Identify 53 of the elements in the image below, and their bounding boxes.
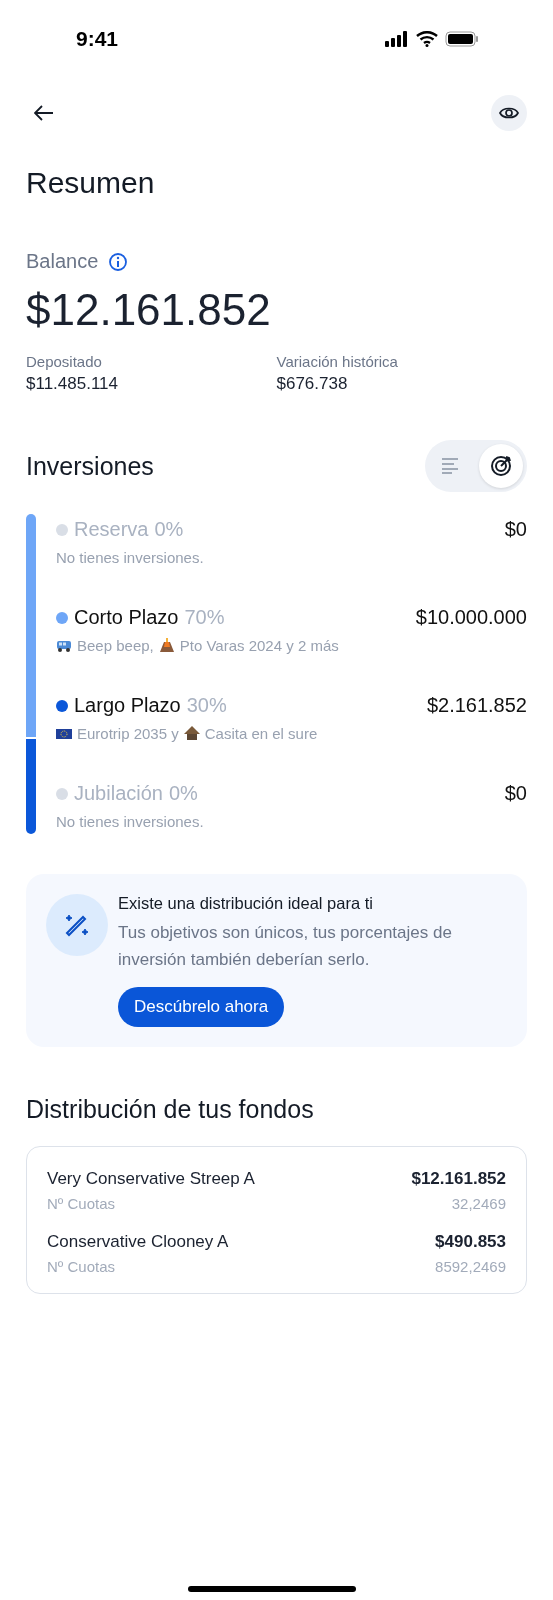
goal-name: Pto Varas 2024 y 2 más — [179, 637, 339, 654]
target-icon — [489, 454, 513, 478]
status-time: 9:41 — [76, 27, 119, 51]
category-amount: $2.161.852 — [426, 694, 527, 717]
category-amount: $0 — [504, 518, 527, 541]
category-note: No tienes inversiones. — [56, 549, 204, 566]
battery-icon — [445, 31, 479, 47]
stat-label: Depositado — [26, 353, 103, 370]
fund-amount: $490.853 — [435, 1232, 506, 1252]
category-percent: 0% — [154, 518, 184, 541]
category-percent: 0% — [168, 782, 198, 805]
units-value: 8592,2469 — [435, 1258, 506, 1275]
units-label: Nº Cuotas — [47, 1258, 116, 1275]
category-name: Reserva — [74, 518, 149, 541]
eye-icon — [499, 106, 519, 120]
category-amount: $10.000.000 — [415, 606, 527, 629]
goal-name: Beep beep, — [77, 637, 154, 654]
units-value: 32,2469 — [450, 1195, 506, 1212]
fund-name: Conservative Clooney A — [47, 1232, 230, 1252]
info-icon — [108, 251, 129, 272]
category-amount: $0 — [504, 782, 527, 805]
category-name: Jubilación — [74, 782, 163, 805]
visibility-button[interactable] — [491, 95, 527, 131]
wifi-icon — [416, 31, 438, 47]
category-note: No tienes inversiones. — [56, 813, 204, 830]
promo-text: Tus objetivos son únicos, tus porcentajes de inversión también deberían serlo. — [118, 922, 453, 971]
page-title: Resumen — [26, 166, 156, 200]
balance-amount: $12.161.852 — [26, 285, 272, 335]
signal-icon — [385, 31, 409, 47]
list-icon — [441, 458, 461, 474]
van-icon — [56, 638, 72, 653]
goal-name: Casita en el sure — [204, 725, 318, 742]
category-percent: 30% — [186, 694, 227, 717]
stat-value: $676.738 — [276, 374, 349, 394]
category-name: Largo Plazo — [74, 694, 181, 717]
section-title: Inversiones — [26, 451, 154, 481]
fund-amount: $12.161.852 — [411, 1169, 506, 1189]
balance-label: Balance — [26, 250, 99, 273]
promo-title: Existe una distribución ideal para ti — [118, 894, 374, 913]
back-arrow-icon — [34, 105, 54, 121]
category-percent: 70% — [184, 606, 225, 629]
volcano-icon — [158, 638, 175, 653]
view-option[interactable] — [479, 444, 523, 488]
fund-name: Very Conservative Streep A — [47, 1169, 256, 1189]
category-name: Corto Plazo — [74, 606, 179, 629]
goal-name: Eurotrip 2035 y — [77, 725, 179, 742]
stat-label: Variación histórica — [276, 353, 399, 370]
stat-value: $11.485.114 — [26, 374, 119, 394]
section-title: Distribución de tus fondos — [26, 1095, 314, 1124]
flag-icon — [56, 727, 72, 740]
units-label: Nº Cuotas — [47, 1195, 116, 1212]
discover-button[interactable]: Descúbrelo ahora — [118, 987, 285, 1027]
hut-icon — [183, 726, 200, 741]
